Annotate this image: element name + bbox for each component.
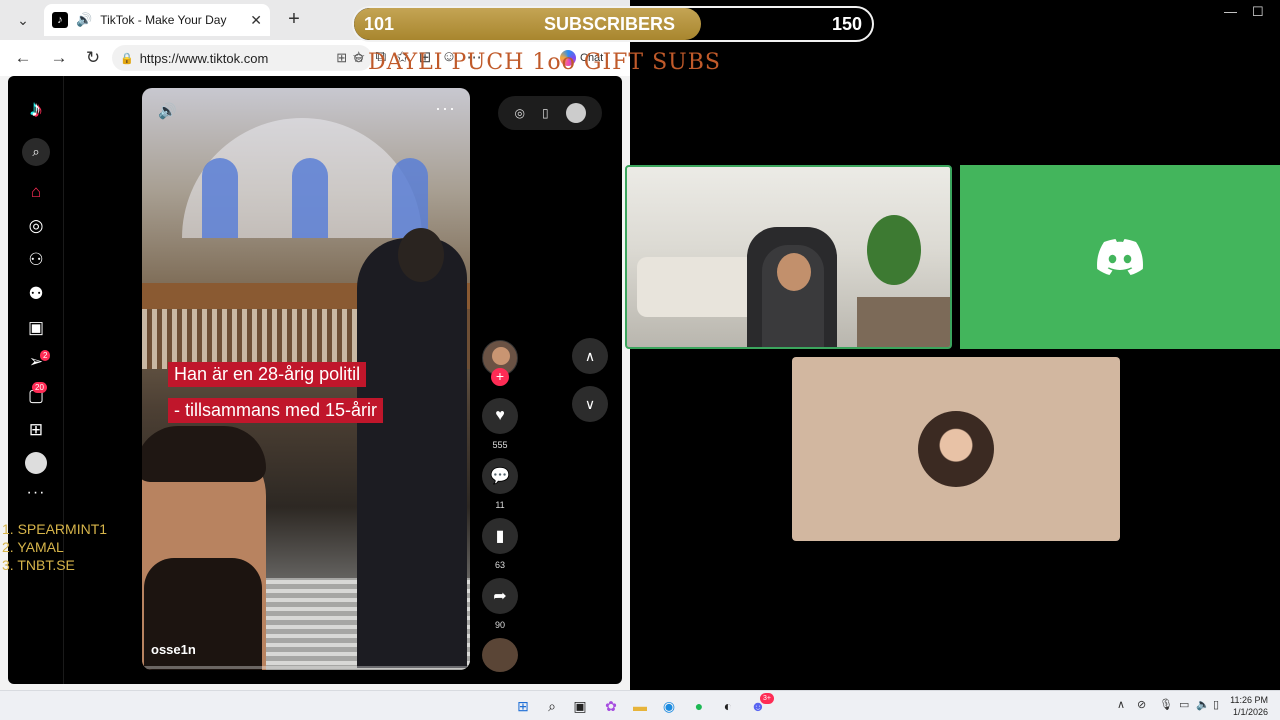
search-icon[interactable]: ⌕ — [22, 138, 50, 166]
tab-title: TikTok - Make Your Day — [100, 13, 227, 27]
task-view-icon[interactable]: ▣ — [570, 696, 590, 716]
more-icon[interactable]: ··· — [22, 484, 50, 502]
share-count: 90 — [494, 620, 505, 630]
previous-video-button[interactable]: ∧ — [572, 338, 608, 374]
maximize-icon[interactable]: ☐ — [1252, 4, 1264, 20]
activity-badge: 20 — [32, 382, 47, 393]
close-tab-icon[interactable]: ✕ — [250, 12, 262, 29]
friends-icon[interactable]: ⚉ — [22, 282, 50, 306]
address-url: https://www.tiktok.com — [139, 50, 269, 66]
comment-count: 11 — [495, 500, 505, 510]
refresh-button[interactable]: ↻ — [80, 46, 106, 70]
video-caption-line-2: - tillsammans med 15-årir — [168, 398, 384, 423]
clock-date: 1/1/2026 — [1232, 707, 1268, 717]
promo-text: DAYLI PUCH 1oo GIFT SUBS — [368, 50, 721, 75]
video-man-head — [398, 228, 444, 282]
windows-start-icon[interactable]: ⊞ — [513, 696, 533, 716]
cam-desk — [857, 297, 950, 347]
audio-playing-icon[interactable]: 🔊 — [76, 12, 92, 28]
subscriber-goal-current: 101 — [364, 14, 395, 34]
next-video-button[interactable]: ∨ — [572, 386, 608, 422]
forward-button[interactable]: → — [46, 46, 72, 70]
like-count: 555 — [492, 440, 508, 450]
leaderboard: 1. SPEARMINT1 2. YAMAL 3. TNBT.SE — [2, 520, 107, 574]
subscriber-goal-bar: 101 SUBSCRIBERS 150 — [352, 6, 874, 42]
apps-icon[interactable]: ⊞ — [336, 50, 347, 66]
discord-logo-icon — [1097, 239, 1143, 275]
video-window — [292, 158, 328, 238]
copilot-taskbar-icon[interactable]: ✿ — [601, 696, 621, 716]
search-icon[interactable]: ⌕ — [542, 696, 562, 716]
leaderboard-entry: 1. SPEARMINT1 — [2, 521, 108, 537]
system-clock[interactable]: 11:26 PM 1/1/2026 — [1230, 694, 1268, 718]
display-icon[interactable]: ▭ — [1179, 698, 1189, 711]
cam-plant — [867, 215, 921, 285]
battery-icon[interactable]: ▯ — [1213, 698, 1219, 711]
favorite-star-icon[interactable]: ☆ — [352, 48, 365, 66]
video-window — [202, 158, 238, 238]
following-icon[interactable]: ⚇ — [22, 248, 50, 272]
more-options-icon[interactable]: ··· — [435, 98, 456, 119]
address-bar[interactable]: 🔒 https://www.tiktok.com ⊞ ⊖ — [112, 45, 372, 71]
webcam-tile[interactable] — [625, 165, 952, 349]
video-presenter-hair — [142, 426, 266, 482]
clock-time: 11:26 PM — [1230, 695, 1268, 705]
new-tab-button[interactable]: + — [282, 6, 306, 32]
network-off-icon[interactable]: ⊘ — [1137, 698, 1146, 711]
user-avatar[interactable] — [565, 103, 586, 123]
video-window — [392, 158, 428, 238]
edge-browser-icon[interactable]: ◉ — [659, 696, 679, 716]
leaderboard-entry: 2. YAMAL — [2, 539, 64, 555]
video-progress-bar[interactable] — [142, 666, 470, 669]
participant-avatar-tile[interactable] — [792, 357, 1120, 541]
file-explorer-icon[interactable]: ▬ — [630, 696, 650, 716]
participant-avatar — [918, 411, 994, 487]
follow-plus-icon[interactable]: + — [491, 368, 509, 386]
cam-face — [777, 253, 811, 291]
comment-icon[interactable]: 💬 — [482, 458, 518, 494]
microphone-icon[interactable]: 🎙 — [1159, 698, 1173, 711]
leaderboard-entry: 3. TNBT.SE — [2, 557, 75, 573]
browser-window: ⌄ ♪ 🔊 TikTok - Make Your Day ✕ + ← → ↻ 🔒… — [0, 0, 630, 690]
taskbar: ⊞ ⌕ ▣ ✿ ▬ ◉ ● ◐ ☻ 3+ ∧ ⊘ 🎙 ▭ 🔈 ▯ 11:26 P… — [0, 690, 1280, 720]
volume-icon[interactable]: 🔈 — [1196, 698, 1210, 711]
bookmark-icon[interactable]: ▮ — [482, 518, 518, 554]
home-icon[interactable]: ⌂ — [22, 180, 50, 204]
device-icon[interactable]: ▯ — [542, 106, 549, 120]
tiktok-mini-icon[interactable]: ◎ — [514, 106, 524, 120]
tiktok-logo-icon[interactable]: ♪ — [24, 96, 48, 122]
subscriber-goal-target: 150 — [831, 14, 862, 34]
minimize-icon[interactable]: — — [1224, 4, 1237, 19]
live-icon[interactable]: ▣ — [22, 316, 50, 340]
sound-icon[interactable]: 🔊 — [158, 102, 177, 120]
profile-avatar[interactable] — [25, 452, 47, 474]
floating-controls: ◎ ▯ — [498, 96, 602, 130]
discord-notification-badge: 3+ — [760, 693, 774, 704]
video-player[interactable]: 🔊 ··· Han är en 28-årig politil - tillsa… — [142, 88, 470, 670]
explore-icon[interactable]: ◎ — [22, 214, 50, 238]
tab-list-button[interactable]: ⌄ — [8, 6, 38, 34]
sound-disc-avatar[interactable] — [482, 638, 518, 672]
show-hidden-icons-icon[interactable]: ∧ — [1117, 698, 1125, 711]
obs-icon[interactable]: ◐ — [718, 696, 738, 716]
tiktok-favicon-icon: ♪ — [52, 12, 68, 28]
screen: ⌄ ♪ 🔊 TikTok - Make Your Day ✕ + ← → ↻ 🔒… — [0, 0, 1280, 720]
tab-tiktok[interactable]: ♪ 🔊 TikTok - Make Your Day ✕ — [44, 4, 270, 36]
tiktok-page: ♪ ⌕ ⌂ ◎ ⚇ ⚉ ▣ ➢ 2 ▢ 20 ⊞ ··· 🔊 ··· Han ä… — [8, 76, 622, 684]
video-walking-man — [357, 238, 467, 668]
upload-icon[interactable]: ⊞ — [22, 418, 50, 442]
discord-participant-tile[interactable] — [960, 165, 1280, 349]
tiktok-sidebar: ♪ ⌕ ⌂ ◎ ⚇ ⚉ ▣ ➢ 2 ▢ 20 ⊞ ··· — [8, 76, 64, 684]
subscriber-goal-label: SUBSCRIBERS — [544, 14, 676, 34]
save-count: 63 — [494, 560, 505, 570]
spotify-icon[interactable]: ● — [689, 696, 709, 716]
video-caption-line-1: Han är en 28-årig politil — [168, 362, 367, 387]
like-icon[interactable]: ♥ — [482, 398, 518, 434]
share-icon[interactable]: ➦ — [482, 578, 518, 614]
lock-icon: 🔒 — [120, 52, 134, 65]
chevron-down-icon: ⌄ — [17, 11, 29, 28]
video-username[interactable]: osse1n — [151, 642, 196, 657]
back-button[interactable]: ← — [10, 46, 36, 70]
